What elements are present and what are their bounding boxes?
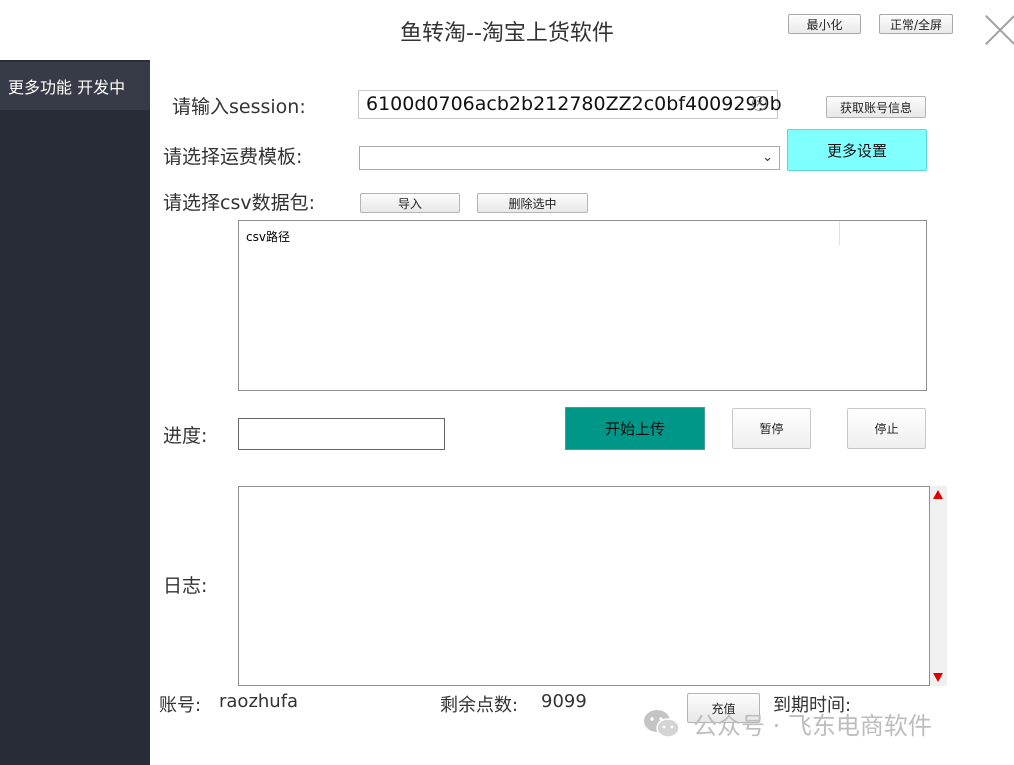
csv-package-label: 请选择csv数据包: [163, 192, 315, 214]
log-textarea[interactable] [238, 486, 930, 686]
log-scrollbar[interactable] [930, 486, 947, 686]
chevron-down-icon: ⌄ [762, 150, 773, 165]
points-value: 9099 [541, 691, 587, 712]
account-label: 账号: [159, 695, 202, 716]
watermark: 公众号 · 飞东电商软件 [643, 706, 932, 741]
window-title: 鱼转淘--淘宝上货软件 [400, 21, 614, 46]
scroll-up-arrow-icon[interactable] [933, 490, 943, 499]
progress-label: 进度: [163, 425, 208, 447]
shipping-template-label: 请选择运费模板: [163, 146, 303, 168]
get-account-info-button[interactable]: 获取账号信息 [826, 96, 926, 118]
scroll-down-arrow-icon[interactable] [933, 673, 943, 682]
minimize-button[interactable]: 最小化 [788, 14, 861, 34]
fullscreen-toggle-button[interactable]: 正常/全屏 [879, 14, 953, 34]
stop-button[interactable]: 停止 [847, 408, 926, 449]
close-icon[interactable] [984, 14, 1014, 46]
sidebar: 更多功能 开发中 [0, 60, 150, 765]
pause-button[interactable]: 暂停 [732, 408, 811, 449]
session-label: 请输入session: [172, 96, 306, 118]
csv-path-column-header: csv路径 [246, 230, 290, 244]
clear-input-icon[interactable]: × [752, 96, 767, 111]
more-settings-button[interactable]: 更多设置 [787, 129, 927, 171]
shipping-template-select[interactable]: ⌄ [359, 146, 780, 170]
wechat-icon [644, 709, 680, 738]
session-input[interactable]: 6100d0706acb2b212780ZZ2c0bf4009299b [358, 90, 782, 119]
sidebar-item-more-features[interactable]: 更多功能 开发中 [0, 62, 150, 110]
import-button[interactable]: 导入 [360, 193, 460, 213]
start-upload-button[interactable]: 开始上传 [565, 407, 705, 450]
delete-selected-button[interactable]: 删除选中 [477, 193, 588, 213]
progress-field [238, 418, 445, 450]
account-value: raozhufa [219, 691, 299, 712]
column-divider [839, 221, 840, 245]
watermark-text: 公众号 · 飞东电商软件 [693, 712, 932, 740]
points-label: 剩余点数: [440, 695, 519, 716]
title-bar: 鱼转淘--淘宝上货软件 最小化 正常/全屏 [0, 0, 1014, 60]
csv-file-list[interactable]: csv路径 [238, 220, 927, 391]
log-label: 日志: [163, 575, 208, 597]
